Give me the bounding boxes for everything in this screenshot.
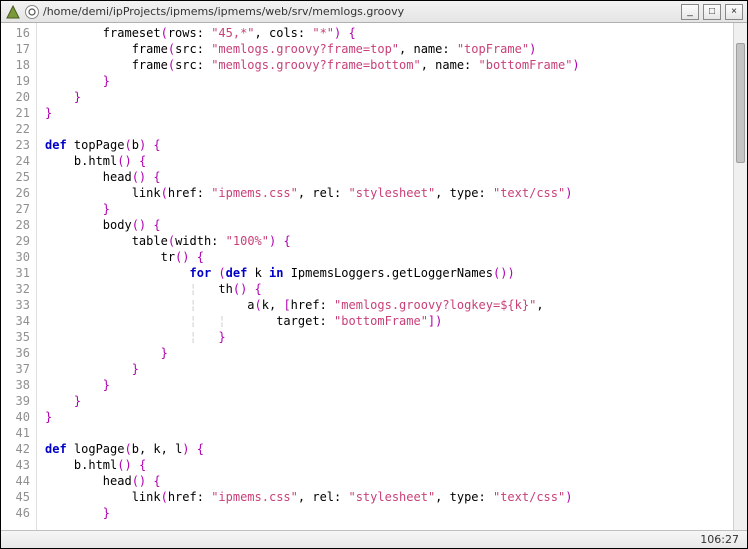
code-line[interactable]: } xyxy=(45,377,733,393)
code-line[interactable]: ¦ ¦ target: "bottomFrame"]) xyxy=(45,313,733,329)
code-line[interactable]: } xyxy=(45,105,733,121)
status-bar: 106:27 xyxy=(1,530,747,548)
minimize-button[interactable]: _ xyxy=(681,4,699,20)
line-number: 18 xyxy=(1,57,30,73)
line-number: 21 xyxy=(1,105,30,121)
line-number: 38 xyxy=(1,377,30,393)
code-line[interactable]: table(width: "100%") { xyxy=(45,233,733,249)
line-number: 43 xyxy=(1,457,30,473)
code-line[interactable]: def logPage(b, k, l) { xyxy=(45,441,733,457)
line-number: 29 xyxy=(1,233,30,249)
cursor-position: 106:27 xyxy=(700,533,739,546)
code-area[interactable]: frameset(rows: "45,*", cols: "*") { fram… xyxy=(37,23,733,530)
code-line[interactable]: b.html() { xyxy=(45,457,733,473)
code-line[interactable]: } xyxy=(45,345,733,361)
scroll-thumb[interactable] xyxy=(736,43,745,163)
code-line[interactable]: frame(src: "memlogs.groovy?frame=bottom"… xyxy=(45,57,733,73)
code-line[interactable]: } xyxy=(45,201,733,217)
code-line[interactable]: } xyxy=(45,409,733,425)
code-line[interactable]: ¦ } xyxy=(45,329,733,345)
window-titlebar: /home/demi/ipProjects/ipmems/ipmems/web/… xyxy=(1,1,747,23)
line-number: 37 xyxy=(1,361,30,377)
line-number: 17 xyxy=(1,41,30,57)
code-line[interactable]: head() { xyxy=(45,169,733,185)
app-icon xyxy=(5,4,21,20)
line-number: 22 xyxy=(1,121,30,137)
close-button[interactable]: × xyxy=(725,4,743,20)
line-number: 41 xyxy=(1,425,30,441)
line-number: 28 xyxy=(1,217,30,233)
code-line[interactable]: } xyxy=(45,89,733,105)
code-line[interactable]: } xyxy=(45,73,733,89)
editor-area: 1617181920212223242526272829303132333435… xyxy=(1,23,747,530)
line-number: 25 xyxy=(1,169,30,185)
code-line[interactable]: ¦ th() { xyxy=(45,281,733,297)
line-number: 36 xyxy=(1,345,30,361)
line-number: 35 xyxy=(1,329,30,345)
code-line[interactable]: def topPage(b) { xyxy=(45,137,733,153)
code-line[interactable]: link(href: "ipmems.css", rel: "styleshee… xyxy=(45,185,733,201)
line-number: 44 xyxy=(1,473,30,489)
code-line[interactable]: body() { xyxy=(45,217,733,233)
line-number: 30 xyxy=(1,249,30,265)
line-number: 26 xyxy=(1,185,30,201)
code-line[interactable]: head() { xyxy=(45,473,733,489)
line-number: 23 xyxy=(1,137,30,153)
line-number: 32 xyxy=(1,281,30,297)
line-number: 24 xyxy=(1,153,30,169)
line-number: 45 xyxy=(1,489,30,505)
line-number: 46 xyxy=(1,505,30,521)
line-number: 33 xyxy=(1,297,30,313)
code-line[interactable]: frameset(rows: "45,*", cols: "*") { xyxy=(45,25,733,41)
code-line[interactable]: } xyxy=(45,361,733,377)
line-number: 40 xyxy=(1,409,30,425)
code-line[interactable]: } xyxy=(45,393,733,409)
maximize-button[interactable]: □ xyxy=(703,4,721,20)
line-number: 27 xyxy=(1,201,30,217)
menu-icon[interactable] xyxy=(25,5,39,19)
code-line[interactable]: frame(src: "memlogs.groovy?frame=top", n… xyxy=(45,41,733,57)
line-number: 34 xyxy=(1,313,30,329)
code-line[interactable]: b.html() { xyxy=(45,153,733,169)
line-number: 19 xyxy=(1,73,30,89)
line-number: 20 xyxy=(1,89,30,105)
code-line[interactable] xyxy=(45,425,733,441)
window-title: /home/demi/ipProjects/ipmems/ipmems/web/… xyxy=(43,5,677,18)
code-line[interactable]: ¦ a(k, [href: "memlogs.groovy?logkey=${k… xyxy=(45,297,733,313)
line-number: 42 xyxy=(1,441,30,457)
line-number: 31 xyxy=(1,265,30,281)
code-line[interactable]: for (def k in IpmemsLoggers.getLoggerNam… xyxy=(45,265,733,281)
line-number: 39 xyxy=(1,393,30,409)
line-number: 16 xyxy=(1,25,30,41)
code-line[interactable]: link(href: "ipmems.css", rel: "styleshee… xyxy=(45,489,733,505)
code-line[interactable]: } xyxy=(45,505,733,521)
code-line[interactable] xyxy=(45,121,733,137)
code-line[interactable]: tr() { xyxy=(45,249,733,265)
vertical-scrollbar[interactable] xyxy=(733,23,747,530)
line-number-gutter: 1617181920212223242526272829303132333435… xyxy=(1,23,37,530)
